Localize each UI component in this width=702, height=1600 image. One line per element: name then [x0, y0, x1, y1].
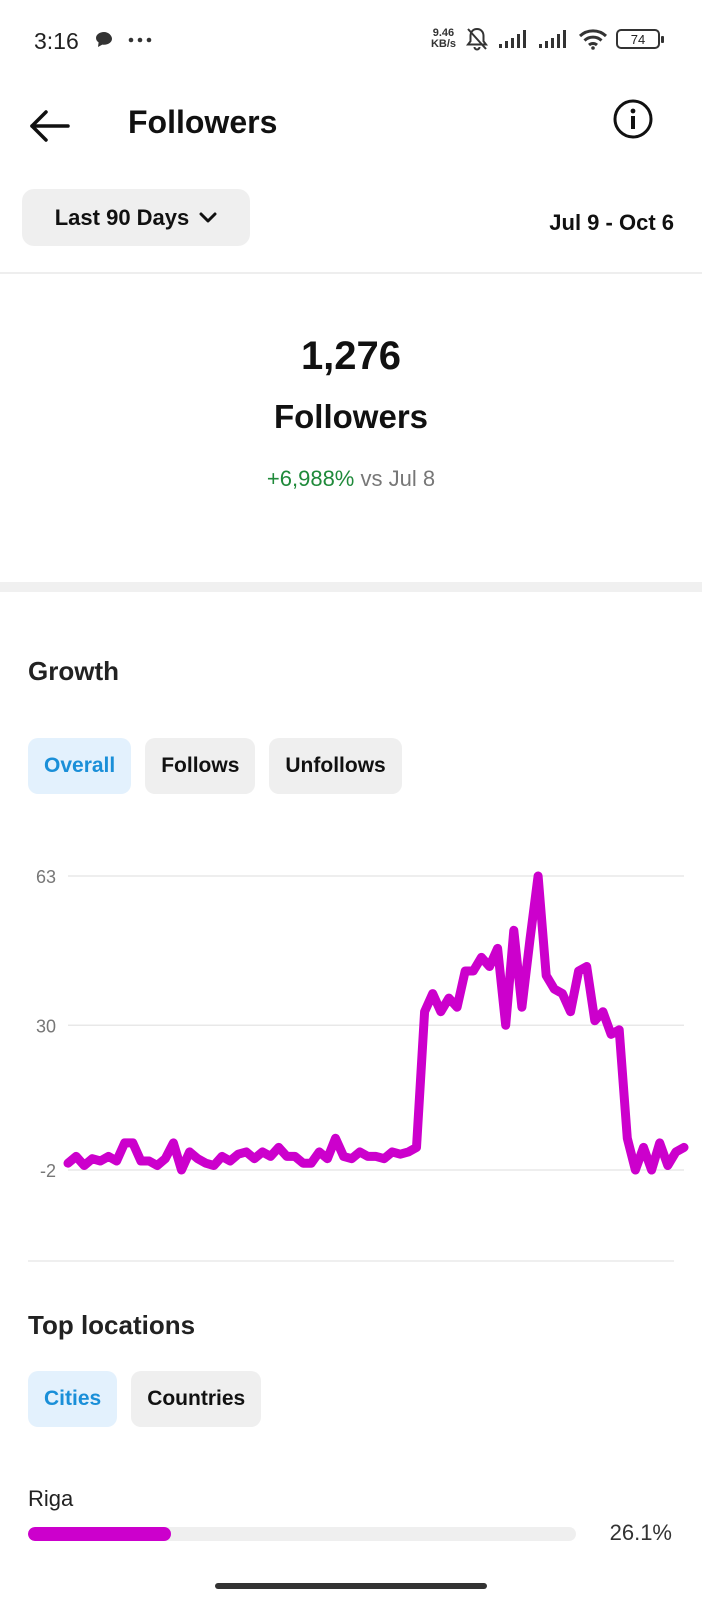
location-name: Riga: [28, 1486, 74, 1511]
arrow-left-icon[interactable]: [26, 102, 74, 150]
tab-overall[interactable]: Overall: [28, 738, 132, 794]
divider: [28, 1260, 674, 1262]
location-bar-track: [28, 1527, 576, 1541]
page-title: Followers: [128, 104, 278, 140]
y-tick-label: 63: [36, 867, 56, 887]
tab-follows[interactable]: Follows: [145, 738, 256, 794]
followers-count: 1,276: [300, 334, 402, 378]
net-speed-unit: KB/s: [430, 38, 456, 50]
y-tick-label: 30: [36, 1016, 56, 1036]
followers-label: Followers: [273, 398, 429, 435]
home-indicator[interactable]: [215, 1583, 487, 1589]
location-bar-fill: [28, 1527, 172, 1541]
battery-level: 74: [630, 31, 646, 47]
tab-cities[interactable]: Cities: [28, 1371, 118, 1427]
tab-unfollows[interactable]: Unfollows: [269, 738, 402, 794]
date-range-text: Jul 9 - Oct 6: [549, 210, 674, 235]
y-tick-label: -2: [40, 1161, 56, 1181]
chevron-down-icon: [199, 212, 217, 222]
date-range-label: Last 90 Days: [54, 204, 190, 230]
status-time: 3:16: [34, 28, 79, 54]
top-locations-title: Top locations: [28, 1310, 196, 1340]
status-right-icons: 9.46 KB/s 74: [431, 26, 664, 52]
growth-chart: 63 30 -2: [36, 867, 689, 1181]
battery-icon: 74: [616, 29, 664, 49]
mute-bell-icon: [465, 27, 489, 51]
chat-bubble-icon: [96, 32, 112, 47]
signal-icon: [539, 30, 566, 48]
date-range-dropdown[interactable]: Last 90 Days: [22, 189, 250, 246]
more-dots-icon: [128, 37, 152, 43]
location-percent: 26.1%: [609, 1520, 672, 1545]
followers-change: +6,988% vs Jul 8: [0, 466, 702, 492]
section-divider: [0, 582, 702, 592]
tab-countries[interactable]: Countries: [131, 1371, 262, 1427]
growth-series-line: [63, 871, 689, 1175]
location-tabs: Cities Countries: [28, 1371, 262, 1427]
status-left-icons: [94, 30, 152, 50]
wifi-icon: [578, 29, 608, 50]
status-bar: 3:16 9.46 KB/s 74: [0, 0, 702, 86]
divider: [0, 272, 702, 274]
signal-icon: [499, 30, 526, 48]
change-percent: +6,988%: [266, 466, 355, 491]
growth-title: Growth: [28, 656, 119, 686]
change-suffix: vs Jul 8: [360, 466, 436, 491]
net-speed: 9.46 KB/s: [431, 28, 456, 50]
header: Followers: [0, 86, 702, 180]
info-icon[interactable]: [612, 98, 654, 140]
growth-tabs: Overall Follows Unfollows: [28, 738, 402, 794]
